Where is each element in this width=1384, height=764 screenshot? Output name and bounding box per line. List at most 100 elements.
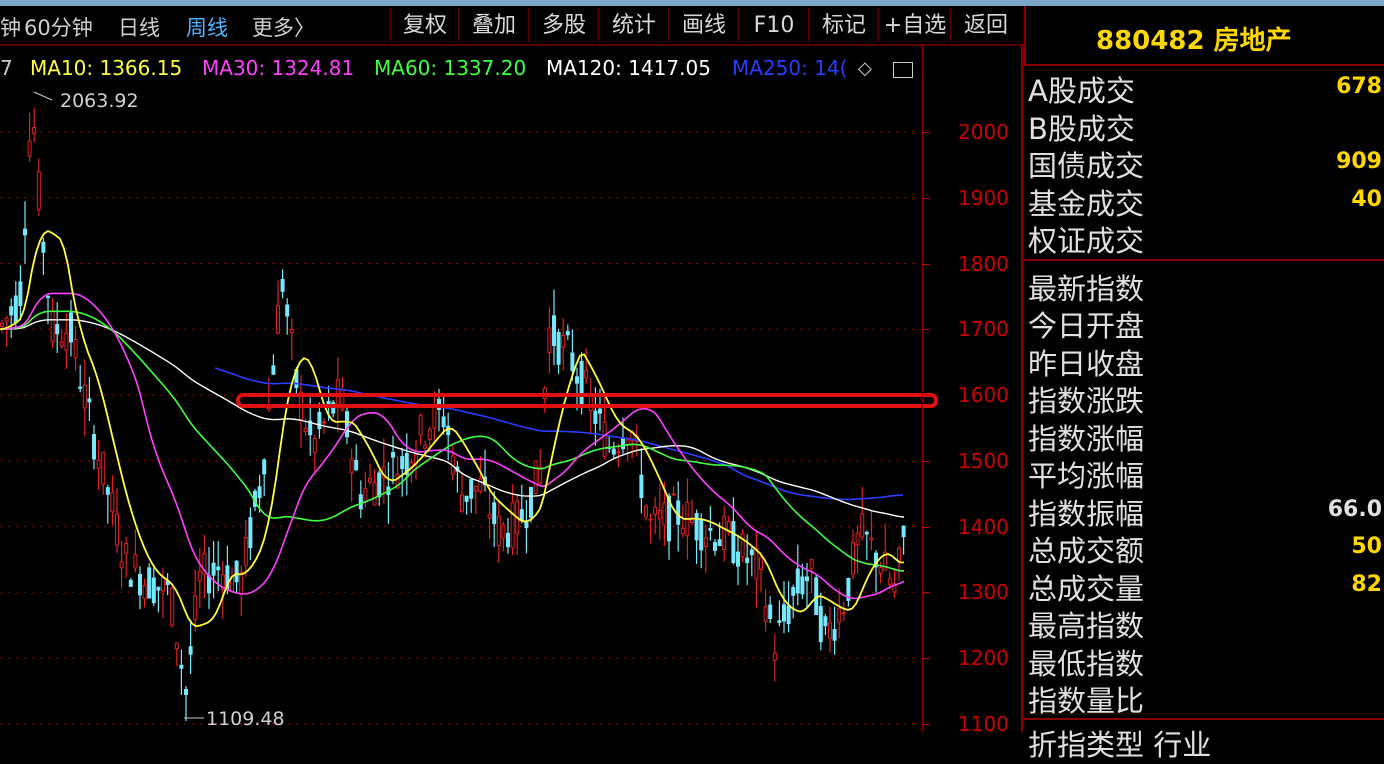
candle-body — [151, 577, 156, 604]
candle-body — [496, 516, 501, 546]
candle-body — [602, 421, 607, 457]
price-tick-label: 2000 — [958, 120, 1009, 144]
candle-body — [533, 460, 538, 494]
candle-body — [285, 304, 290, 317]
candle-body — [731, 521, 736, 564]
candle-body — [510, 502, 515, 549]
price-tick — [922, 723, 930, 725]
candle-body — [754, 548, 759, 580]
candle-body — [133, 553, 138, 569]
candlesticks — [0, 107, 906, 722]
panel-separator — [1024, 258, 1384, 261]
price-axis-line — [922, 44, 923, 732]
candle-body — [423, 444, 428, 449]
candle-body — [18, 281, 23, 307]
candle-body — [73, 338, 78, 359]
period-daily[interactable]: 日线 — [118, 12, 160, 42]
diamond-icon[interactable]: ◇ — [858, 58, 872, 79]
candle-body — [335, 379, 340, 406]
candle-body — [243, 536, 248, 566]
candle-body — [625, 439, 630, 445]
price-tick-label: 1800 — [958, 251, 1009, 276]
window-toggle-icon[interactable] — [893, 62, 913, 78]
price-tick — [922, 592, 930, 594]
panel-label: 最新指数 — [1028, 271, 1145, 306]
candle-body — [506, 532, 510, 548]
candle-body — [46, 296, 50, 299]
period-60min[interactable]: 60分钟 — [24, 12, 93, 42]
candle-body — [0, 322, 4, 327]
panel-separator — [1024, 717, 1384, 720]
candle-body — [579, 361, 584, 406]
candle-body — [708, 528, 713, 531]
f10-button[interactable]: F10 — [738, 8, 809, 42]
candle-body — [23, 228, 27, 236]
panel-value: 50 — [1351, 534, 1382, 559]
candle-body — [887, 578, 892, 586]
period-weekly[interactable]: 周线 — [186, 12, 228, 42]
price-tick-label: 1600 — [958, 383, 1009, 407]
candle-body — [78, 386, 83, 389]
panel-label: B股成交 — [1028, 111, 1135, 146]
panel-label: 基金成交 — [1028, 186, 1145, 221]
candle-body — [271, 365, 276, 375]
candle-body — [653, 506, 658, 515]
price-tick — [922, 526, 930, 528]
candle-body — [782, 604, 786, 622]
candle-body — [584, 370, 589, 379]
candle-body — [289, 329, 294, 333]
candle-body — [800, 576, 805, 595]
candle-body — [317, 411, 322, 430]
candle-body — [501, 524, 506, 539]
candle-body — [128, 579, 133, 587]
candle-body — [234, 560, 239, 583]
candle-body — [322, 421, 326, 424]
statistics-button[interactable]: 统计 — [598, 8, 669, 42]
panel-value: 82 — [1351, 571, 1382, 597]
price-tick — [922, 460, 930, 462]
candle-body — [124, 543, 129, 554]
restore-rights-button[interactable]: 复权 — [390, 8, 459, 42]
period-more[interactable]: 更多〉 — [252, 12, 315, 42]
candle-body — [722, 516, 727, 551]
candle-body — [713, 542, 717, 551]
price-tick — [922, 132, 930, 133]
candle-body — [64, 332, 69, 351]
candle-body — [547, 327, 552, 354]
back-button[interactable]: 返回 — [950, 8, 1021, 42]
multi-stock-button[interactable]: 多股 — [528, 8, 599, 42]
candle-body — [864, 531, 869, 535]
candle-body — [519, 509, 524, 522]
candle-body — [473, 485, 478, 492]
low-value-label: 1109.48 — [206, 708, 285, 730]
overlay-button[interactable]: 叠加 — [458, 8, 529, 42]
high-pointer — [33, 91, 53, 101]
candle-body — [552, 315, 556, 346]
candle-body — [161, 577, 165, 592]
high-value-label: 2063.92 — [60, 90, 139, 112]
candle-body — [690, 519, 694, 524]
candle-body — [446, 425, 451, 436]
candle-body — [869, 537, 874, 541]
add-watchlist-button[interactable]: +自选 — [878, 8, 951, 42]
panel-label: 总成交量 — [1028, 571, 1145, 606]
candle-body — [110, 492, 115, 513]
candle-body — [59, 341, 64, 347]
candle-body — [878, 567, 883, 574]
candle-body — [860, 513, 865, 538]
period-minute[interactable]: 钟 — [0, 12, 21, 42]
candle-body — [27, 140, 32, 157]
candle-body — [262, 459, 267, 475]
candle-body — [216, 566, 221, 571]
price-tick-label: 1900 — [958, 185, 1009, 210]
candle-body — [841, 612, 846, 615]
mark-button[interactable]: 标记 — [808, 8, 879, 42]
draw-line-button[interactable]: 画线 — [668, 8, 739, 42]
candle-body — [368, 477, 372, 483]
candle-body — [694, 513, 699, 541]
ma-legend-prefix: 7 — [0, 56, 13, 80]
panel-label: 指数涨幅 — [1028, 421, 1145, 456]
kline-chart[interactable] — [0, 46, 1022, 732]
candle-body — [432, 404, 437, 429]
candle-body — [156, 586, 161, 591]
